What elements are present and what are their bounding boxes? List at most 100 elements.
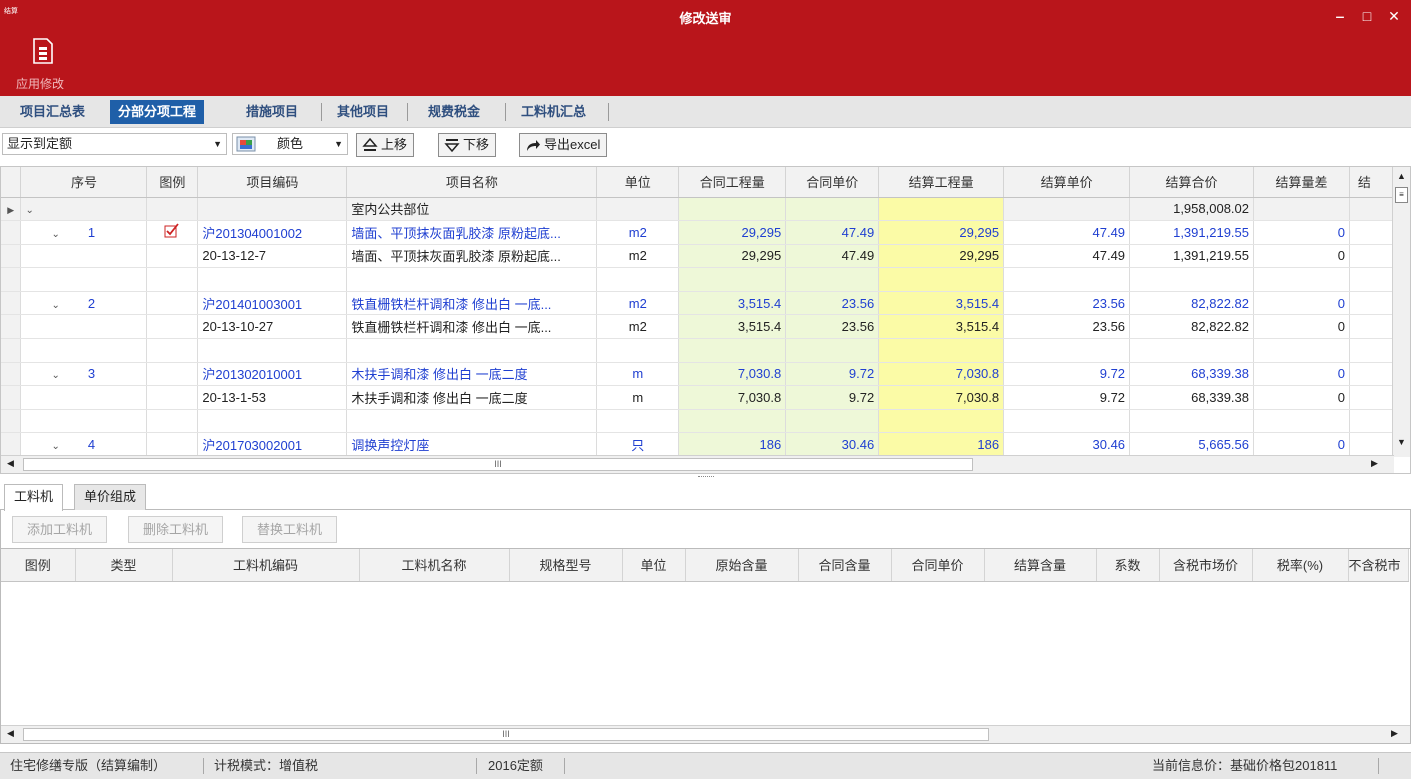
cell-qty-diff[interactable] bbox=[1253, 409, 1350, 434]
col-header-legend[interactable]: 图例 bbox=[146, 167, 199, 198]
expand-toggle-icon[interactable]: ⌄ bbox=[25, 205, 33, 216]
cell-seq[interactable]: ⌄ 4 bbox=[20, 432, 148, 458]
apply-changes-button[interactable]: 应用修改 bbox=[14, 34, 74, 92]
tab-unit-price-composition[interactable]: 单价组成 bbox=[74, 484, 147, 510]
bill-item-row[interactable]: ⌄ 4 沪201703002001 调换声控灯座只 186 30.46 186 30.46 5,… bbox=[1, 432, 1410, 458]
scroll-right-icon[interactable]: ▶ bbox=[1391, 728, 1398, 739]
cell-settle-price[interactable] bbox=[1003, 338, 1131, 363]
cell-code[interactable]: 沪201304001002 bbox=[197, 220, 348, 245]
col-header-legend[interactable]: 图例 bbox=[1, 549, 76, 582]
cell-contract-qty[interactable] bbox=[678, 197, 787, 222]
cell-settle-total[interactable]: 68,339.38 bbox=[1129, 362, 1254, 387]
quota-row[interactable]: 20-13-12-7 墙面、平顶抹灰面乳胶漆 原粉起底... m2 29,295 47.… bbox=[1, 244, 1410, 269]
cell-settle-total[interactable]: 1,391,219.55 bbox=[1129, 244, 1254, 269]
cell-name[interactable]: 木扶手调和漆 修出白 一底二度 bbox=[346, 362, 598, 387]
cell-legend[interactable] bbox=[146, 432, 199, 458]
col-header-original-content[interactable]: 原始含量 bbox=[685, 549, 799, 582]
cell-name[interactable]: 室内公共部位 bbox=[346, 197, 598, 222]
col-header-settle-qty[interactable]: 结算工程量 bbox=[878, 167, 1005, 198]
cell-legend[interactable] bbox=[146, 362, 199, 387]
cell-contract-qty[interactable]: 29,295 bbox=[678, 244, 787, 269]
cell-contract-price[interactable]: 47.49 bbox=[785, 244, 880, 269]
cell-seq[interactable]: ⌄ 2 bbox=[20, 291, 148, 316]
cell-contract-qty[interactable]: 29,295 bbox=[678, 220, 787, 245]
col-header-contract-qty[interactable]: 合同工程量 bbox=[678, 167, 787, 198]
cell-contract-price[interactable]: 9.72 bbox=[785, 362, 880, 387]
cell-qty-diff[interactable]: 0 bbox=[1253, 362, 1350, 387]
col-header-contract-content[interactable]: 合同含量 bbox=[798, 549, 892, 582]
cell-contract-price[interactable] bbox=[785, 197, 880, 222]
tab-labor-material[interactable]: 工料机 bbox=[4, 484, 64, 511]
empty-row[interactable] bbox=[1, 267, 1410, 292]
cell-settle-qty[interactable] bbox=[878, 338, 1005, 363]
tab-project-summary[interactable]: 项目汇总表 bbox=[12, 100, 93, 124]
tab-other-items[interactable]: 其他项目 bbox=[329, 100, 397, 124]
cell-contract-price[interactable] bbox=[785, 338, 880, 363]
expand-toggle-icon[interactable]: ⌄ bbox=[51, 441, 59, 452]
scroll-down-icon[interactable]: ▼ bbox=[1397, 437, 1406, 447]
close-button[interactable]: ✕ bbox=[1381, 4, 1407, 28]
cell-unit[interactable]: m2 bbox=[596, 244, 680, 269]
row-header[interactable] bbox=[1, 220, 22, 245]
cell-legend[interactable] bbox=[146, 220, 199, 245]
cell-name[interactable]: 铁直栅铁栏杆调和漆 修出白 一底... bbox=[346, 291, 598, 316]
minimize-button[interactable]: ‒ bbox=[1327, 4, 1353, 28]
cell-seq[interactable] bbox=[20, 385, 148, 410]
cell-code[interactable]: 20-13-10-27 bbox=[197, 314, 348, 340]
export-excel-button[interactable]: 导出excel bbox=[519, 133, 608, 157]
scroll-left-icon[interactable]: ◀ bbox=[7, 728, 14, 739]
cell-code[interactable] bbox=[197, 267, 348, 292]
cell-settle-price[interactable] bbox=[1003, 409, 1131, 434]
col-header-unit[interactable]: 单位 bbox=[596, 167, 680, 198]
col-header-seq[interactable]: 序号 bbox=[20, 167, 148, 198]
vertical-scrollbar[interactable]: ▲ ≡ ▼ bbox=[1392, 167, 1410, 457]
cell-settle-total[interactable] bbox=[1129, 338, 1254, 363]
cell-settle-qty[interactable] bbox=[878, 197, 1005, 222]
col-header-settle-price[interactable]: 结算单价 bbox=[1003, 167, 1131, 198]
col-header-qty-diff[interactable]: 结算量差 bbox=[1253, 167, 1350, 198]
column-chooser-icon[interactable]: ≡ bbox=[1395, 187, 1408, 203]
cell-qty-diff[interactable]: 0 bbox=[1253, 220, 1350, 245]
col-header-coefficient[interactable]: 系数 bbox=[1096, 549, 1160, 582]
cell-settle-price[interactable]: 47.49 bbox=[1003, 220, 1131, 245]
cell-contract-price[interactable]: 9.72 bbox=[785, 385, 880, 410]
cell-contract-qty[interactable]: 3,515.4 bbox=[678, 291, 787, 316]
scroll-up-icon[interactable]: ▲ bbox=[1397, 171, 1406, 181]
panel-splitter[interactable] bbox=[0, 474, 1411, 482]
cell-contract-qty[interactable]: 7,030.8 bbox=[678, 362, 787, 387]
cell-seq[interactable]: ⌄ 1 bbox=[20, 220, 148, 245]
replace-material-button[interactable]: 替换工料机 bbox=[242, 516, 338, 543]
row-header[interactable] bbox=[1, 244, 22, 269]
move-up-button[interactable]: 上移 bbox=[356, 133, 415, 157]
cell-legend[interactable] bbox=[146, 385, 199, 410]
empty-row[interactable] bbox=[1, 338, 1410, 363]
tab-measures[interactable]: 措施项目 bbox=[238, 100, 306, 124]
cell-name[interactable] bbox=[346, 409, 598, 434]
color-select[interactable]: 颜色 ▼ bbox=[232, 133, 348, 155]
cell-qty-diff[interactable] bbox=[1253, 197, 1350, 222]
cell-settle-price[interactable]: 9.72 bbox=[1003, 362, 1131, 387]
cell-settle-total[interactable]: 5,665.56 bbox=[1129, 432, 1254, 458]
cell-code[interactable]: 20-13-12-7 bbox=[197, 244, 348, 269]
col-header-tax-incl-price[interactable]: 含税市场价 bbox=[1159, 549, 1253, 582]
cell-unit[interactable]: m bbox=[596, 362, 680, 387]
cell-contract-qty[interactable] bbox=[678, 267, 787, 292]
cell-settle-qty[interactable]: 3,515.4 bbox=[878, 314, 1005, 340]
row-header[interactable] bbox=[1, 409, 22, 434]
cell-name[interactable] bbox=[346, 267, 598, 292]
cell-contract-price[interactable]: 47.49 bbox=[785, 220, 880, 245]
cell-contract-price[interactable] bbox=[785, 409, 880, 434]
cell-code[interactable]: 沪201703002001 bbox=[197, 432, 348, 458]
cell-contract-qty[interactable] bbox=[678, 409, 787, 434]
row-header[interactable] bbox=[1, 432, 22, 458]
cell-unit[interactable] bbox=[596, 267, 680, 292]
cell-contract-qty[interactable]: 3,515.4 bbox=[678, 314, 787, 340]
cell-code[interactable]: 沪201401003001 bbox=[197, 291, 348, 316]
scroll-right-icon[interactable]: ▶ bbox=[1371, 458, 1378, 469]
col-header-name[interactable]: 项目名称 bbox=[346, 167, 598, 198]
col-header-contract-price[interactable]: 合同单价 bbox=[785, 167, 880, 198]
expand-toggle-icon[interactable]: ⌄ bbox=[51, 370, 59, 381]
cell-legend[interactable] bbox=[146, 197, 199, 222]
cell-seq[interactable]: ⌄ bbox=[20, 197, 148, 222]
delete-material-button[interactable]: 删除工料机 bbox=[128, 516, 224, 543]
